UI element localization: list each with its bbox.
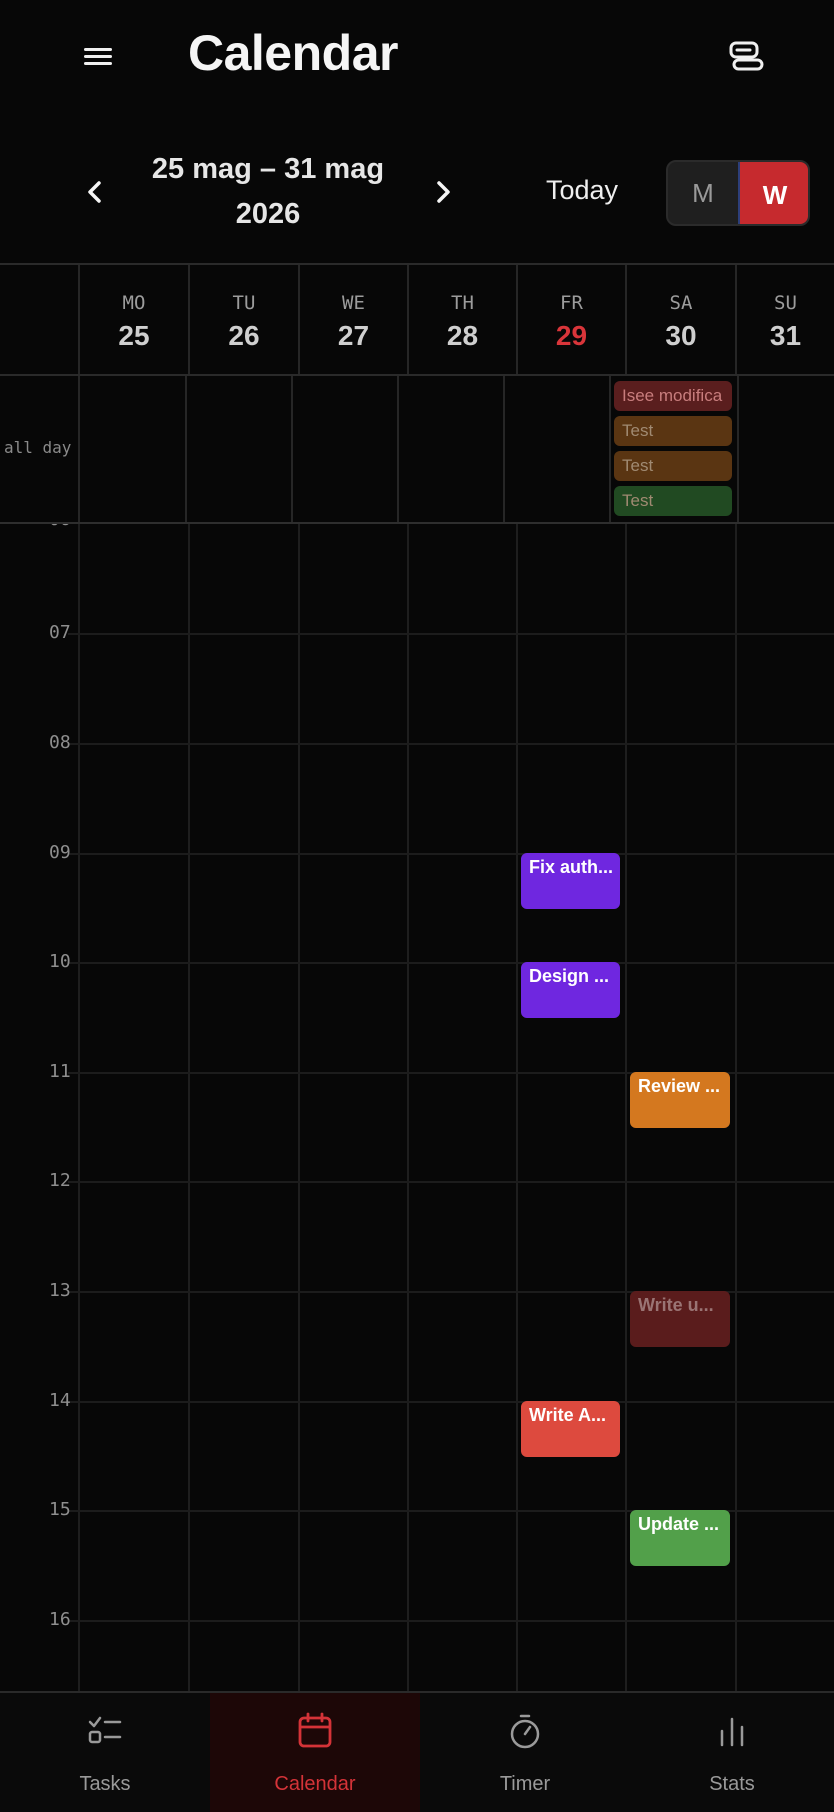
time-grid[interactable]: 06 07 08 09 10 11 12 13 14 15 16 Fix aut… — [0, 524, 834, 1691]
all-day-cell[interactable] — [185, 376, 291, 522]
day-column-header[interactable]: TH 28 — [407, 265, 516, 374]
hour-line — [68, 853, 834, 855]
tab-timer[interactable]: Timer — [420, 1693, 630, 1812]
tab-tasks[interactable]: Tasks — [0, 1693, 210, 1812]
calendar-event[interactable]: Write u... — [630, 1291, 730, 1347]
all-day-row: all day Isee modifica Test Test Test — [0, 376, 834, 524]
day-column-header[interactable]: SA 30 — [625, 265, 735, 374]
day-abbr: TH — [451, 292, 474, 314]
hour-line — [68, 743, 834, 745]
day-number: 27 — [337, 320, 370, 351]
calendar-event[interactable]: Update ... — [630, 1510, 730, 1566]
timer-icon — [510, 1714, 540, 1749]
chat-settings-icon[interactable] — [728, 40, 766, 72]
all-day-label: all day — [4, 438, 72, 457]
day-column-header[interactable]: SU 31 — [735, 265, 834, 374]
calendar-event[interactable]: Write A... — [521, 1401, 620, 1457]
column-divider — [78, 524, 80, 1691]
column-divider — [188, 524, 190, 1691]
week-navigation: 25 mag – 31 mag 2026 Today M W — [0, 115, 834, 263]
column-divider — [298, 524, 300, 1691]
all-day-cell[interactable] — [291, 376, 397, 522]
column-divider — [625, 524, 627, 1691]
all-day-event[interactable]: Test — [614, 451, 732, 481]
month-view-button[interactable]: M — [668, 162, 738, 224]
calendar-event[interactable]: Design ... — [521, 962, 620, 1018]
hour-line — [68, 1181, 834, 1183]
calendar-event[interactable]: Review ... — [630, 1072, 730, 1128]
today-button[interactable]: Today — [546, 175, 618, 206]
column-divider — [735, 524, 737, 1691]
hour-label: 16 — [49, 1609, 71, 1630]
all-day-cell[interactable] — [737, 376, 834, 522]
hour-label: 09 — [49, 842, 71, 863]
hour-label: 10 — [49, 951, 71, 972]
day-abbr: TU — [232, 292, 256, 314]
day-number: 26 — [228, 320, 260, 351]
stats-icon — [720, 1717, 744, 1747]
chevron-left-icon[interactable] — [78, 175, 112, 209]
calendar-icon — [298, 1712, 332, 1748]
all-day-event[interactable]: Test — [614, 486, 732, 516]
tab-label: Tasks — [79, 1773, 131, 1795]
hour-line — [68, 1620, 834, 1622]
day-number: 31 — [769, 320, 802, 351]
column-divider — [407, 524, 409, 1691]
day-column-header[interactable]: MO 25 — [78, 265, 188, 374]
day-abbr: MO — [122, 292, 146, 314]
tab-label: Calendar — [274, 1773, 356, 1795]
hour-label: 08 — [49, 732, 71, 753]
day-column-header[interactable]: WE 27 — [298, 265, 407, 374]
hour-label: 07 — [49, 622, 71, 643]
all-day-cell[interactable] — [397, 376, 503, 522]
tab-label: Stats — [709, 1773, 755, 1795]
hour-label: 06 — [49, 524, 71, 530]
menu-icon[interactable] — [84, 44, 112, 68]
hour-line — [68, 962, 834, 964]
day-column-header[interactable]: FR 29 — [516, 265, 625, 374]
day-abbr: SU — [774, 292, 797, 314]
view-mode-toggle: M W — [666, 160, 810, 226]
hour-label: 15 — [49, 1499, 71, 1520]
chevron-right-icon[interactable] — [426, 175, 460, 209]
tab-stats[interactable]: Stats — [630, 1693, 834, 1812]
day-column-header[interactable]: TU 26 — [188, 265, 298, 374]
weekday-header: MO 25 TU 26 WE 27 TH 28 FR 29 SA 30 SU 3… — [0, 263, 834, 376]
all-day-cell[interactable] — [78, 376, 185, 522]
day-number: 25 — [118, 320, 150, 351]
day-number: 28 — [446, 320, 479, 351]
app-header: Calendar — [0, 0, 834, 115]
hour-line — [68, 1401, 834, 1403]
tasks-icon — [88, 1716, 122, 1744]
column-divider — [516, 524, 518, 1691]
tab-calendar[interactable]: Calendar — [210, 1693, 420, 1812]
day-abbr: SA — [669, 292, 693, 314]
hour-label: 13 — [49, 1280, 71, 1301]
hour-label: 11 — [49, 1061, 71, 1082]
hour-line — [68, 633, 834, 635]
hour-label: 12 — [49, 1170, 71, 1191]
all-day-event[interactable]: Test — [614, 416, 732, 446]
date-range: 25 mag – 31 mag 2026 — [151, 153, 385, 230]
calendar-event[interactable]: Fix auth... — [521, 853, 620, 909]
day-abbr: WE — [342, 292, 365, 314]
all-day-event[interactable]: Isee modifica — [614, 381, 732, 411]
hour-label: 14 — [49, 1390, 71, 1411]
day-number-today: 29 — [555, 320, 588, 351]
day-number: 30 — [665, 320, 697, 351]
day-abbr: FR — [560, 292, 583, 314]
all-day-cell[interactable] — [503, 376, 609, 522]
bottom-navigation: Tasks Calendar Timer Stats — [0, 1691, 834, 1812]
tab-label: Timer — [499, 1773, 551, 1795]
week-view-button[interactable]: W — [738, 162, 808, 224]
page-title: Calendar — [188, 25, 398, 81]
